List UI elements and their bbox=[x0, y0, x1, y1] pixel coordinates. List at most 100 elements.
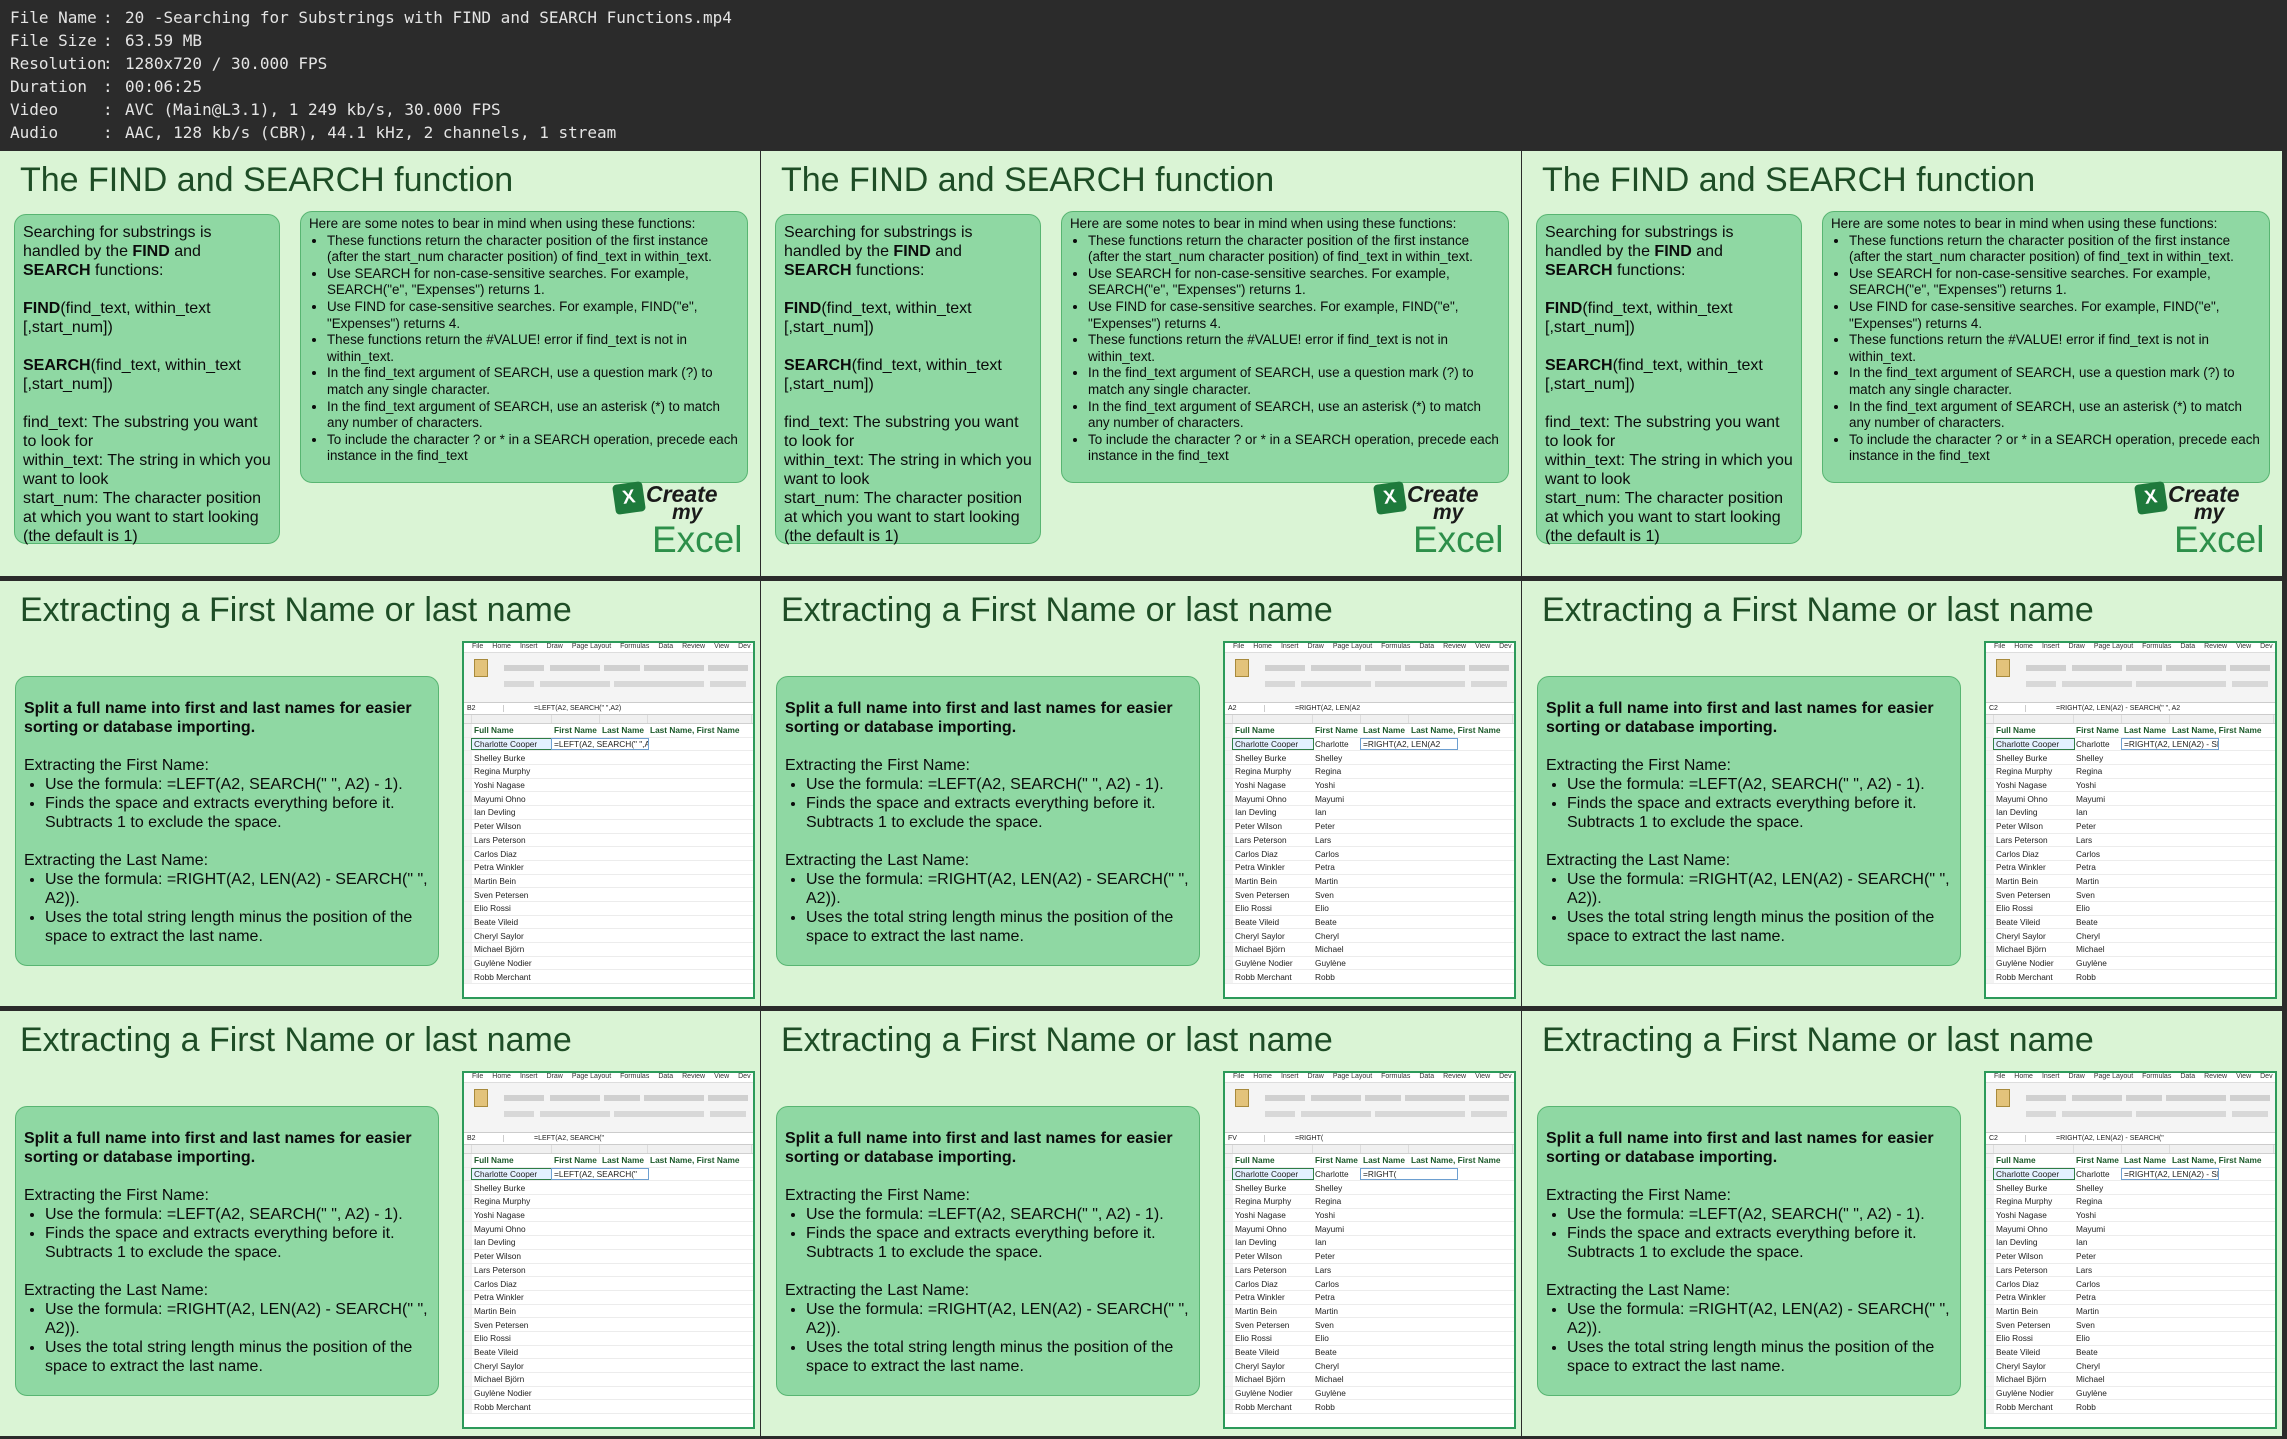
full-name-cell[interactable]: Cheryl Saylor bbox=[1233, 1361, 1313, 1371]
ribbon-control[interactable] bbox=[504, 681, 534, 687]
full-name-cell[interactable]: Shelley Burke bbox=[1994, 753, 2074, 763]
full-name-cell[interactable]: Yoshi Nagase bbox=[1994, 780, 2074, 790]
excel-menu-item[interactable]: File bbox=[1233, 643, 1244, 652]
first-name-cell[interactable]: Sven bbox=[2074, 890, 2122, 900]
full-name-cell[interactable]: Shelley Burke bbox=[1994, 1183, 2074, 1193]
first-name-cell[interactable]: Regina bbox=[2074, 766, 2122, 776]
full-name-cell[interactable]: Charlotte Cooper bbox=[1232, 1168, 1314, 1181]
ribbon-control[interactable] bbox=[2232, 1111, 2268, 1117]
full-name-cell[interactable]: Beate Vileid bbox=[1994, 1347, 2074, 1357]
full-name-cell[interactable]: Ian Devling bbox=[472, 807, 552, 817]
full-name-cell[interactable]: Beate Vileid bbox=[472, 1347, 552, 1357]
first-name-cell[interactable]: Lars bbox=[1313, 1265, 1361, 1275]
first-name-cell[interactable]: Lars bbox=[2074, 1265, 2122, 1275]
excel-menu-item[interactable]: Home bbox=[2014, 1073, 2033, 1082]
full-name-cell[interactable]: Carlos Diaz bbox=[472, 1279, 552, 1289]
first-name-cell[interactable]: Elio bbox=[2074, 1333, 2122, 1343]
full-name-cell[interactable]: Shelley Burke bbox=[1233, 1183, 1313, 1193]
excel-menu-item[interactable]: Data bbox=[2180, 1073, 2195, 1082]
formula-input[interactable]: =RIGHT( bbox=[1295, 1135, 1323, 1142]
full-name-cell[interactable]: Peter Wilson bbox=[1994, 1251, 2074, 1261]
excel-menu-item[interactable]: Review bbox=[2204, 643, 2227, 652]
excel-menu-item[interactable]: Insert bbox=[2042, 643, 2060, 652]
excel-menu-item[interactable]: Insert bbox=[2042, 1073, 2060, 1082]
full-name-cell[interactable]: Elio Rossi bbox=[1233, 903, 1313, 913]
full-name-cell[interactable]: Martin Bein bbox=[1994, 1306, 2074, 1316]
first-name-cell[interactable]: Petra bbox=[2074, 1292, 2122, 1302]
first-name-cell[interactable]: Cheryl bbox=[1313, 1361, 1361, 1371]
first-name-cell[interactable]: Charlotte bbox=[2074, 739, 2122, 749]
full-name-cell[interactable]: Shelley Burke bbox=[1233, 753, 1313, 763]
excel-menu-item[interactable]: Draw bbox=[2068, 643, 2084, 652]
excel-menu-item[interactable]: File bbox=[472, 1073, 483, 1082]
excel-menu-item[interactable]: Dev bbox=[1499, 643, 1511, 652]
first-name-cell[interactable]: Guylène bbox=[2074, 1388, 2122, 1398]
formula-input[interactable]: =RIGHT(A2, LEN(A2) - SEARCH(" ", A2 bbox=[2056, 705, 2180, 712]
first-name-cell[interactable]: Shelley bbox=[1313, 753, 1361, 763]
full-name-cell[interactable]: Martin Bein bbox=[472, 876, 552, 886]
ribbon-control[interactable] bbox=[710, 1111, 746, 1117]
first-name-cell[interactable]: Ian bbox=[1313, 807, 1361, 817]
ribbon-control[interactable] bbox=[2026, 681, 2056, 687]
full-name-cell[interactable]: Petra Winkler bbox=[1994, 862, 2074, 872]
ribbon-control[interactable] bbox=[1301, 1111, 1371, 1117]
full-name-cell[interactable]: Cheryl Saylor bbox=[1233, 931, 1313, 941]
first-name-cell[interactable]: Shelley bbox=[2074, 753, 2122, 763]
editing-cell[interactable]: =RIGHT(A2, LEN(A2) - SEARCH(" ", A bbox=[2121, 738, 2219, 751]
first-name-cell[interactable]: Carlos bbox=[1313, 1279, 1361, 1289]
full-name-cell[interactable]: Elio Rossi bbox=[1994, 1333, 2074, 1343]
excel-menu-item[interactable]: Page Layout bbox=[572, 643, 611, 652]
excel-menu-item[interactable]: Home bbox=[1253, 643, 1272, 652]
ribbon-control[interactable] bbox=[644, 1095, 704, 1101]
paste-icon[interactable] bbox=[1235, 1089, 1249, 1107]
full-name-cell[interactable]: Petra Winkler bbox=[472, 1292, 552, 1302]
full-name-cell[interactable]: Carlos Diaz bbox=[1994, 1279, 2074, 1289]
excel-menu-item[interactable]: Draw bbox=[1307, 1073, 1323, 1082]
full-name-cell[interactable]: Mayumi Ohno bbox=[1233, 794, 1313, 804]
full-name-cell[interactable]: Beate Vileid bbox=[1233, 917, 1313, 927]
first-name-cell[interactable]: Guylène bbox=[1313, 958, 1361, 968]
first-name-cell[interactable]: Lars bbox=[2074, 835, 2122, 845]
first-name-cell[interactable]: Mayumi bbox=[1313, 1224, 1361, 1234]
editing-cell[interactable]: =LEFT(A2, SEARCH(" bbox=[551, 1168, 649, 1181]
first-name-cell[interactable]: Charlotte bbox=[1313, 739, 1361, 749]
full-name-cell[interactable]: Guylène Nodier bbox=[1994, 958, 2074, 968]
full-name-cell[interactable]: Ian Devling bbox=[1994, 1237, 2074, 1247]
excel-menu-item[interactable]: Page Layout bbox=[572, 1073, 611, 1082]
full-name-cell[interactable]: Lars Peterson bbox=[1233, 835, 1313, 845]
ribbon-control[interactable] bbox=[1469, 665, 1509, 671]
ribbon-control[interactable] bbox=[2026, 1095, 2066, 1101]
full-name-cell[interactable]: Peter Wilson bbox=[1233, 1251, 1313, 1261]
first-name-cell[interactable]: Robb bbox=[1313, 1402, 1361, 1412]
first-name-cell[interactable]: Michael bbox=[2074, 944, 2122, 954]
full-name-cell[interactable]: Martin Bein bbox=[1233, 876, 1313, 886]
first-name-cell[interactable]: Regina bbox=[1313, 766, 1361, 776]
ribbon-control[interactable] bbox=[2072, 665, 2122, 671]
full-name-cell[interactable]: Peter Wilson bbox=[1994, 821, 2074, 831]
full-name-cell[interactable]: Yoshi Nagase bbox=[472, 1210, 552, 1220]
excel-menu-item[interactable]: Home bbox=[1253, 1073, 1272, 1082]
excel-menu-item[interactable]: Formulas bbox=[2142, 1073, 2171, 1082]
ribbon-control[interactable] bbox=[2062, 1111, 2132, 1117]
first-name-cell[interactable]: Ian bbox=[2074, 807, 2122, 817]
video-thumbnail[interactable]: Extracting a First Name or last name Spli… bbox=[1522, 1011, 2282, 1436]
full-name-cell[interactable]: Martin Bein bbox=[1233, 1306, 1313, 1316]
ribbon-control[interactable] bbox=[550, 1095, 600, 1101]
first-name-cell[interactable]: Michael bbox=[1313, 944, 1361, 954]
full-name-cell[interactable]: Charlotte Cooper bbox=[1993, 738, 2075, 751]
excel-menu-item[interactable]: File bbox=[472, 643, 483, 652]
excel-menu-item[interactable]: Draw bbox=[1307, 643, 1323, 652]
first-name-cell[interactable]: Beate bbox=[1313, 1347, 1361, 1357]
first-name-cell[interactable]: Martin bbox=[2074, 1306, 2122, 1316]
excel-menu-item[interactable]: Formulas bbox=[1381, 643, 1410, 652]
editing-cell[interactable]: =RIGHT( bbox=[1360, 1168, 1458, 1181]
full-name-cell[interactable]: Robb Merchant bbox=[472, 972, 552, 982]
excel-menu-item[interactable]: Data bbox=[658, 1073, 673, 1082]
video-thumbnail[interactable]: The FIND and SEARCH function Searching fo… bbox=[761, 151, 1521, 576]
full-name-cell[interactable]: Lars Peterson bbox=[472, 1265, 552, 1275]
excel-menu-item[interactable]: Home bbox=[492, 1073, 511, 1082]
full-name-cell[interactable]: Sven Petersen bbox=[472, 1320, 552, 1330]
excel-menu-item[interactable]: Data bbox=[1419, 643, 1434, 652]
ribbon-control[interactable] bbox=[1375, 1111, 1465, 1117]
ribbon-control[interactable] bbox=[1365, 665, 1401, 671]
